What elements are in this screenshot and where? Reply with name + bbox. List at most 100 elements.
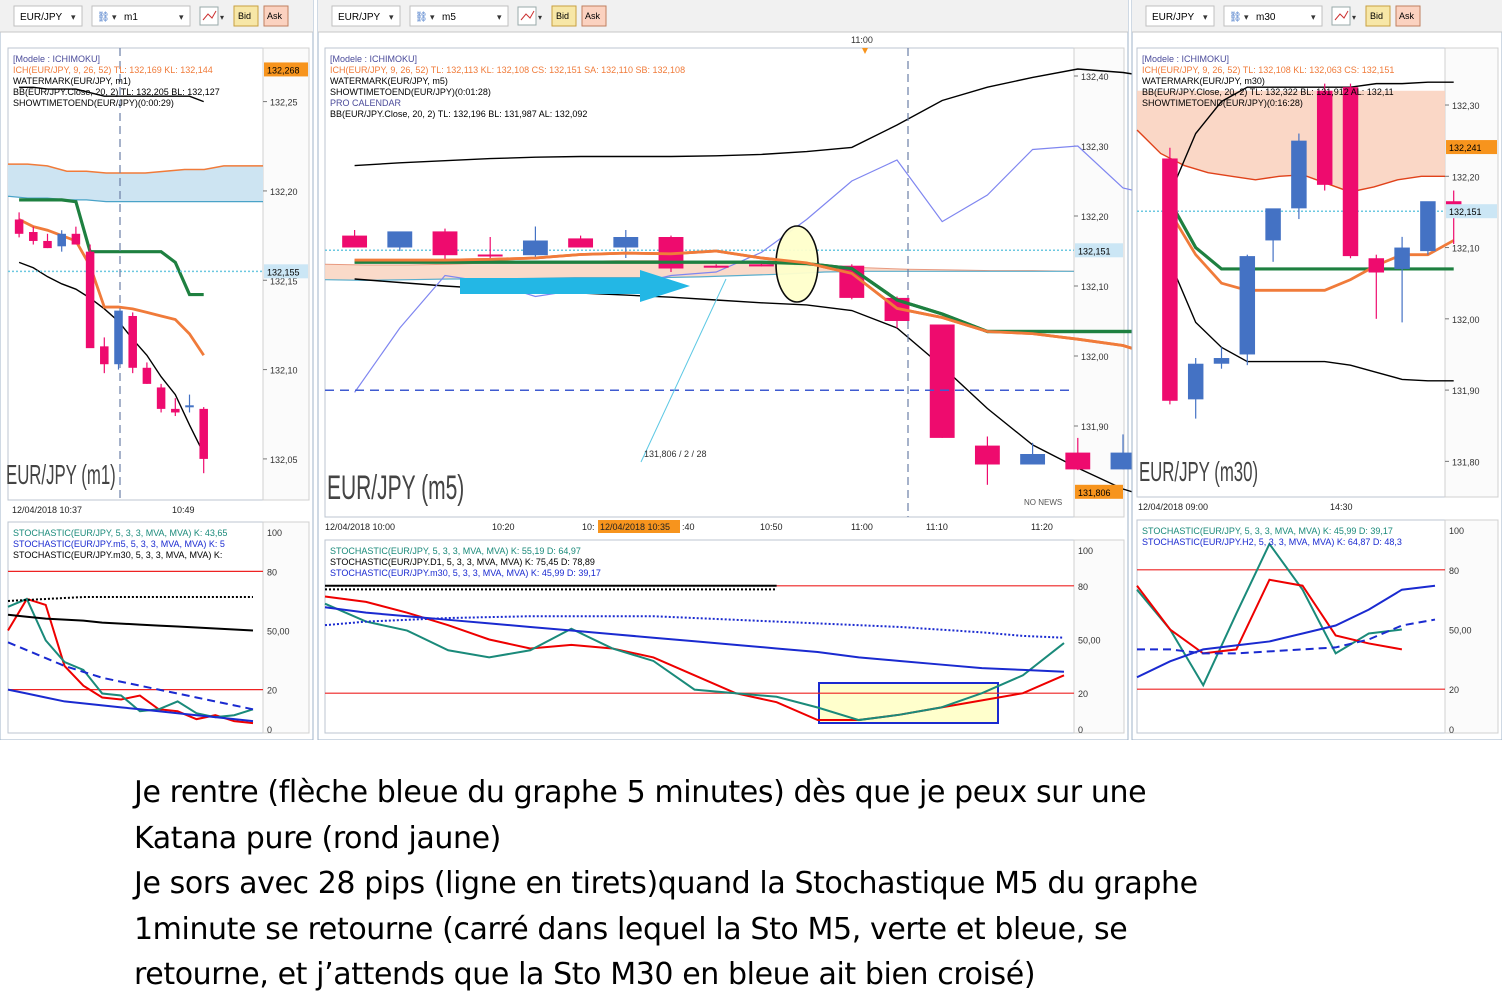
candle-body [1394, 247, 1410, 269]
chart-type-button[interactable] [1331, 6, 1351, 26]
y-tick-label: 132,20 [1452, 172, 1480, 182]
indicator-legend: SHOWTIMETOEND(EUR/JPY)(0:01:28) [330, 87, 491, 97]
candle-body [568, 238, 594, 248]
candle-body [1239, 256, 1256, 355]
indicator-legend: WATERMARK(EUR/JPY, m1) [13, 76, 131, 86]
symbol-value: EUR/JPY [20, 12, 63, 23]
y-tick-label: 132,00 [1452, 315, 1480, 325]
ask-label: Ask [267, 11, 283, 21]
price-tag-current-label: 132,155 [267, 267, 300, 277]
candle-body [71, 233, 81, 245]
candle-body [100, 346, 109, 365]
stochastic-legend: STOCHASTIC(EUR/JPY, 5, 3, 3, MVA, MVA) K… [13, 528, 227, 538]
y-tick-label: 132,20 [1081, 212, 1109, 222]
price-tag-current-label: 132,151 [1449, 207, 1482, 217]
candle-body [1020, 454, 1046, 465]
candle-body [142, 367, 152, 384]
chevron-down-icon: ▾ [538, 13, 542, 22]
candle-body [1291, 140, 1307, 209]
symbol-value: EUR/JPY [1152, 12, 1195, 23]
timeframe-value: m30 [1256, 12, 1276, 23]
measure-label: 131,806 / 2 / 28 [644, 449, 707, 459]
chevron-down-icon: ▾ [1244, 12, 1249, 22]
timeframe-value: m5 [442, 12, 456, 23]
candle-body [1065, 452, 1091, 470]
explanation-text: Je rentre (flèche bleue du graphe 5 minu… [134, 770, 1474, 998]
candle-body [342, 235, 368, 248]
stoch-tick-label: 50,00 [1449, 626, 1472, 636]
stoch-tick-label: 100 [1449, 526, 1464, 536]
candle-body [85, 251, 95, 349]
chart-type-button[interactable] [517, 6, 537, 26]
stochastic-legend: STOCHASTIC(EUR/JPY.m30, 5, 3, 3, MVA, MV… [330, 568, 601, 578]
stoch-tick-label: 50,00 [267, 627, 290, 637]
chevron-down-icon: ▾ [1352, 13, 1356, 22]
stoch-tick-label: 0 [267, 725, 272, 735]
timeframe-value: m1 [124, 12, 138, 23]
candle-body [522, 240, 548, 256]
symbol-watermark: EUR/JPY (m30) [1139, 456, 1258, 487]
caption-line: Je sors avec 28 pips (ligne en tirets)qu… [134, 866, 1198, 901]
y-tick-label: 131,90 [1452, 386, 1480, 396]
x-tick-label: 14:30 [1330, 502, 1353, 512]
symbol-watermark: EUR/JPY (m1) [6, 459, 116, 490]
indicator-legend: BB(EUR/JPY.Close, 20, 2) TL: 132,322 BL:… [1142, 87, 1394, 97]
chart-type-button[interactable] [199, 6, 219, 26]
y-tick-label: 132,05 [270, 455, 298, 465]
candle-body [114, 310, 123, 365]
indicator-legend: ICH(EUR/JPY, 9, 26, 52) TL: 132,113 KL: … [330, 65, 685, 75]
candle-body [156, 387, 166, 409]
candle-body [57, 233, 66, 247]
stochastic-legend: STOCHASTIC(EUR/JPY.m5, 5, 3, 3, MVA, MVA… [13, 539, 225, 549]
candle-body [1368, 258, 1385, 273]
chevron-down-icon: ▾ [179, 12, 184, 22]
candle-body [1213, 358, 1230, 364]
chevron-down-icon: ▾ [389, 12, 394, 22]
candle-body [1187, 363, 1204, 400]
chart-window-m5: EUR/JPY ▾ ⛓ ▾ m5 ▾ ▾ Bid Ask132,40132,30132,2013… [317, 0, 1181, 741]
price-tag-cloud-label: 132,241 [1449, 143, 1482, 153]
x-tick-label: 11:20 [1031, 522, 1053, 532]
y-tick-label: 132,20 [270, 187, 298, 197]
top-time-label: 11:00 [851, 35, 873, 45]
price-plot [7, 47, 264, 501]
stochastic-legend: STOCHASTIC(EUR/JPY, 5, 3, 3, MVA, MVA) K… [330, 546, 581, 556]
candle-body [1265, 208, 1281, 241]
chart-panels: EUR/JPY ▾ ⛓ ▾ m1 ▾ ▾ Bid Ask132,25132,20132,1513… [0, 0, 1502, 741]
indicator-legend: [Modele : ICHIMOKU] [13, 54, 100, 64]
indicator-legend: WATERMARK(EUR/JPY, m30) [1142, 76, 1265, 86]
indicator-legend: [Modele : ICHIMOKU] [1142, 54, 1229, 64]
x-tick-label: 10: [582, 522, 595, 532]
y-tick-label: 131,80 [1452, 457, 1480, 467]
x-tick-label: 11:10 [926, 522, 948, 532]
candle-body [1342, 87, 1359, 257]
link-icon: ⛓ [1229, 11, 1242, 23]
indicator-legend: PRO CALENDAR [330, 98, 402, 108]
candle-body [477, 254, 503, 257]
y-tick-label: 132,40 [1081, 72, 1109, 82]
stoch-tick-label: 100 [267, 528, 282, 538]
caption-line: Katana pure (rond jaune) [134, 820, 501, 856]
stoch-tick-label: 20 [267, 686, 277, 696]
chevron-down-icon: ▾ [220, 13, 224, 22]
candle-body [432, 231, 458, 256]
price-tag-high-label: 132,268 [267, 65, 300, 75]
candle-body [43, 240, 52, 249]
chevron-down-icon: ▾ [497, 12, 502, 22]
y-tick-label: 132,10 [1452, 244, 1480, 254]
indicator-legend: WATERMARK(EUR/JPY, m5) [330, 76, 448, 86]
candle-body [748, 264, 774, 267]
y-tick-label: 132,30 [1452, 101, 1480, 111]
bid-label: Bid [238, 11, 251, 21]
candle-body [974, 445, 1000, 465]
stoch-tick-label: 20 [1078, 689, 1088, 699]
x-tick-label: 12/04/2018 09:00 [1138, 502, 1208, 512]
x-tick-label: 11:00 [851, 522, 873, 532]
x-tick-label: :40 [682, 522, 695, 532]
stoch-tick-label: 80 [267, 567, 277, 577]
trading-screen: EUR/JPY ▾ ⛓ ▾ m1 ▾ ▾ Bid Ask 132,25 132,20 132,15 13… [0, 0, 1502, 741]
stochastic-legend: STOCHASTIC(EUR/JPY.m30, 5, 3, 3, MVA, MV… [13, 550, 222, 560]
stoch-tick-label: 80 [1078, 582, 1088, 592]
candle-body [387, 231, 413, 248]
y-tick-label: 132,30 [1081, 142, 1109, 152]
